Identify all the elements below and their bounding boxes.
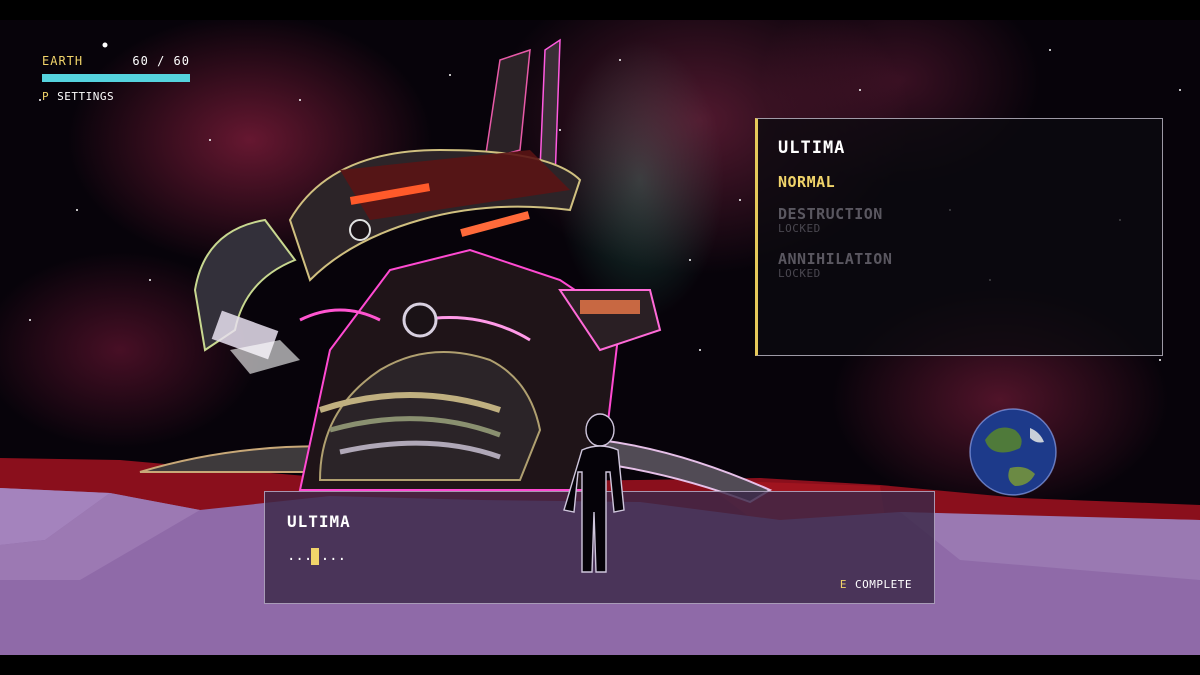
letterbox-bottom [0, 655, 1200, 675]
planet-name-label: EARTH [42, 54, 84, 68]
difficulty-option-normal[interactable]: NORMAL [778, 173, 835, 191]
player-hud: EARTH 60 / 60 P SETTINGS [42, 54, 190, 103]
settings-label: SETTINGS [57, 90, 115, 103]
panel-title: ULTIMA [778, 138, 846, 158]
difficulty-option-annihilation[interactable]: ANNIHILATION LOCKED [778, 250, 892, 280]
hp-bar-fill [42, 74, 190, 82]
complete-label: COMPLETE [855, 578, 912, 591]
difficulty-option-label: NORMAL [778, 173, 836, 191]
letterbox-top [0, 0, 1200, 20]
speaker-name: ULTIMA [287, 512, 351, 531]
difficulty-select-panel: ULTIMA NORMAL DESTRUCTION LOCKED ANNIHIL… [755, 118, 1163, 356]
difficulty-option-label: ANNIHILATION [778, 250, 893, 268]
hp-header: EARTH 60 / 60 [42, 54, 190, 72]
complete-key: E [839, 578, 848, 591]
locked-status: LOCKED [778, 222, 821, 235]
mech-boss-icon [139, 38, 773, 504]
text-cursor-icon [311, 548, 319, 565]
difficulty-option-destruction[interactable]: DESTRUCTION LOCKED [778, 205, 883, 235]
hp-bar [42, 74, 190, 82]
settings-key: P [42, 90, 50, 103]
difficulty-option-label: DESTRUCTION [778, 205, 883, 223]
player-silhouette-icon [563, 413, 625, 573]
settings-hint[interactable]: P SETTINGS [42, 90, 190, 103]
complete-hint[interactable]: E COMPLETE [840, 578, 912, 591]
locked-status: LOCKED [778, 267, 821, 280]
hp-readout: 60 / 60 [132, 54, 190, 68]
planet-earth-icon [969, 408, 1057, 496]
